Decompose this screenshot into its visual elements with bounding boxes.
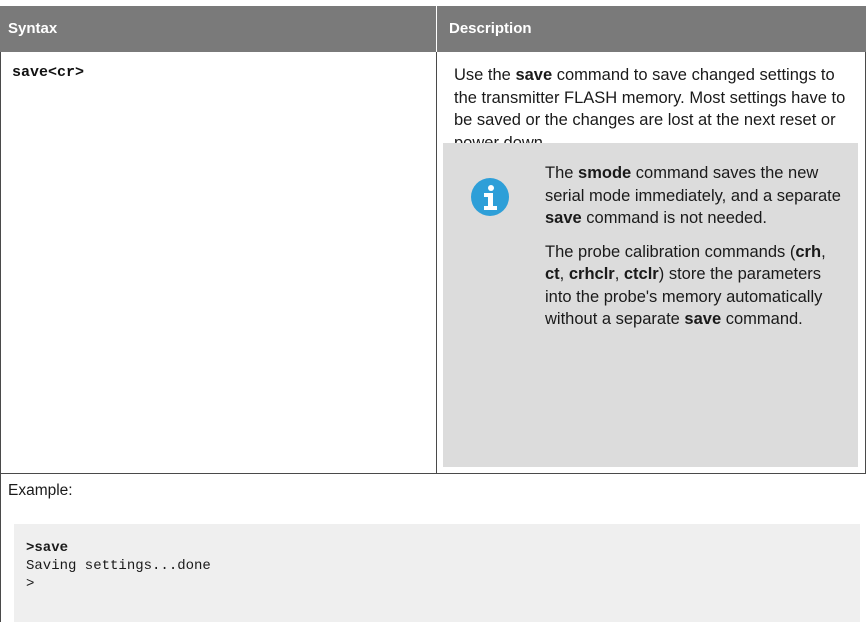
info-icon <box>471 178 509 216</box>
row-divider <box>0 473 866 474</box>
code-line: Saving settings...done <box>26 558 211 574</box>
info-note: The smode command saves the new serial m… <box>443 143 858 467</box>
syntax-column-header: Syntax <box>0 6 437 52</box>
description-text: Use the save command to save changed set… <box>454 66 846 152</box>
save-keyword: save <box>515 66 553 84</box>
command-table: Syntax Description save<cr> Use the save… <box>0 0 866 622</box>
code-line: >save <box>26 540 69 556</box>
note-paragraph: The probe calibration commands (crh, ct,… <box>545 242 826 329</box>
table-left-border <box>0 52 1 622</box>
description-column-header: Description <box>437 6 866 52</box>
note-paragraph: The smode command saves the new serial m… <box>545 164 841 227</box>
example-label: Example: <box>8 482 73 499</box>
column-divider <box>436 52 437 474</box>
example-code-block: >save Saving settings...done > <box>14 524 860 622</box>
syntax-cell: save<cr> <box>12 64 85 81</box>
code-line: > <box>26 576 35 592</box>
note-text: The smode command saves the new serial m… <box>545 162 845 342</box>
